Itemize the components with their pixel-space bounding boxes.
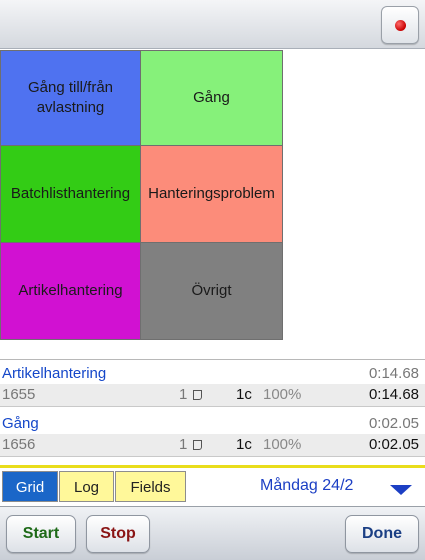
log-entry-header: Gång 0:02.05 (0, 410, 425, 434)
top-toolbar (0, 0, 425, 49)
done-button[interactable]: Done (345, 515, 419, 553)
log-entry-duration: 0:02.05 (368, 436, 419, 453)
log-activity-time: 0:02.05 (368, 415, 419, 432)
log-entry[interactable]: Artikelhantering 0:14.68 1655 1 1c 100% … (0, 360, 425, 410)
log-entry-count: 1 (179, 386, 188, 403)
activity-log: Artikelhantering 0:14.68 1655 1 1c 100% … (0, 359, 425, 460)
log-activity-time: 0:14.68 (368, 365, 419, 382)
tile-gang-till-fran-avlastning[interactable]: Gång till/från avlastning (0, 50, 141, 146)
note-icon (193, 390, 202, 400)
record-dot-icon (395, 20, 406, 31)
log-entry-header: Artikelhantering 0:14.68 (0, 360, 425, 384)
tile-gang[interactable]: Gång (141, 50, 283, 146)
tab-log[interactable]: Log (59, 471, 114, 502)
log-entry-c: 1c (236, 386, 252, 403)
tile-hanteringsproblem[interactable]: Hanteringsproblem (141, 146, 283, 243)
log-entry-c: 1c (236, 436, 252, 453)
log-entry[interactable]: Gång 0:02.05 1656 1 1c 100% 0:02.05 (0, 410, 425, 460)
activity-grid: Gång till/från avlastning Gång Batchlist… (0, 50, 283, 340)
log-activity-name: Artikelhantering (2, 365, 107, 382)
log-entry-details: 1656 1 1c 100% 0:02.05 (0, 434, 425, 457)
tab-fields[interactable]: Fields (115, 471, 186, 502)
tile-batchlisthantering[interactable]: Batchlisthantering (0, 146, 141, 243)
tab-grid[interactable]: Grid (2, 471, 58, 502)
log-entry-percent: 100% (263, 436, 302, 453)
view-tab-bar: Grid Log Fields Måndag 24/2 (0, 465, 425, 506)
log-entry-percent: 100% (263, 386, 302, 403)
start-button[interactable]: Start (6, 515, 76, 553)
date-selector[interactable]: Måndag 24/2 (260, 477, 353, 495)
log-activity-name: Gång (2, 415, 39, 432)
log-entry-duration: 0:14.68 (368, 386, 419, 403)
note-icon (193, 440, 202, 450)
bottom-toolbar: Start Stop Done (0, 506, 425, 560)
log-entry-id: 1655 (2, 386, 36, 403)
tile-ovrigt[interactable]: Övrigt (141, 243, 283, 340)
log-entry-count: 1 (179, 436, 188, 453)
triangle-down-icon[interactable] (390, 485, 412, 495)
log-entry-details: 1655 1 1c 100% 0:14.68 (0, 384, 425, 407)
log-entry-id: 1656 (2, 436, 36, 453)
stop-button[interactable]: Stop (86, 515, 150, 553)
record-button[interactable] (381, 6, 419, 44)
tile-artikelhantering[interactable]: Artikelhantering (0, 243, 141, 340)
